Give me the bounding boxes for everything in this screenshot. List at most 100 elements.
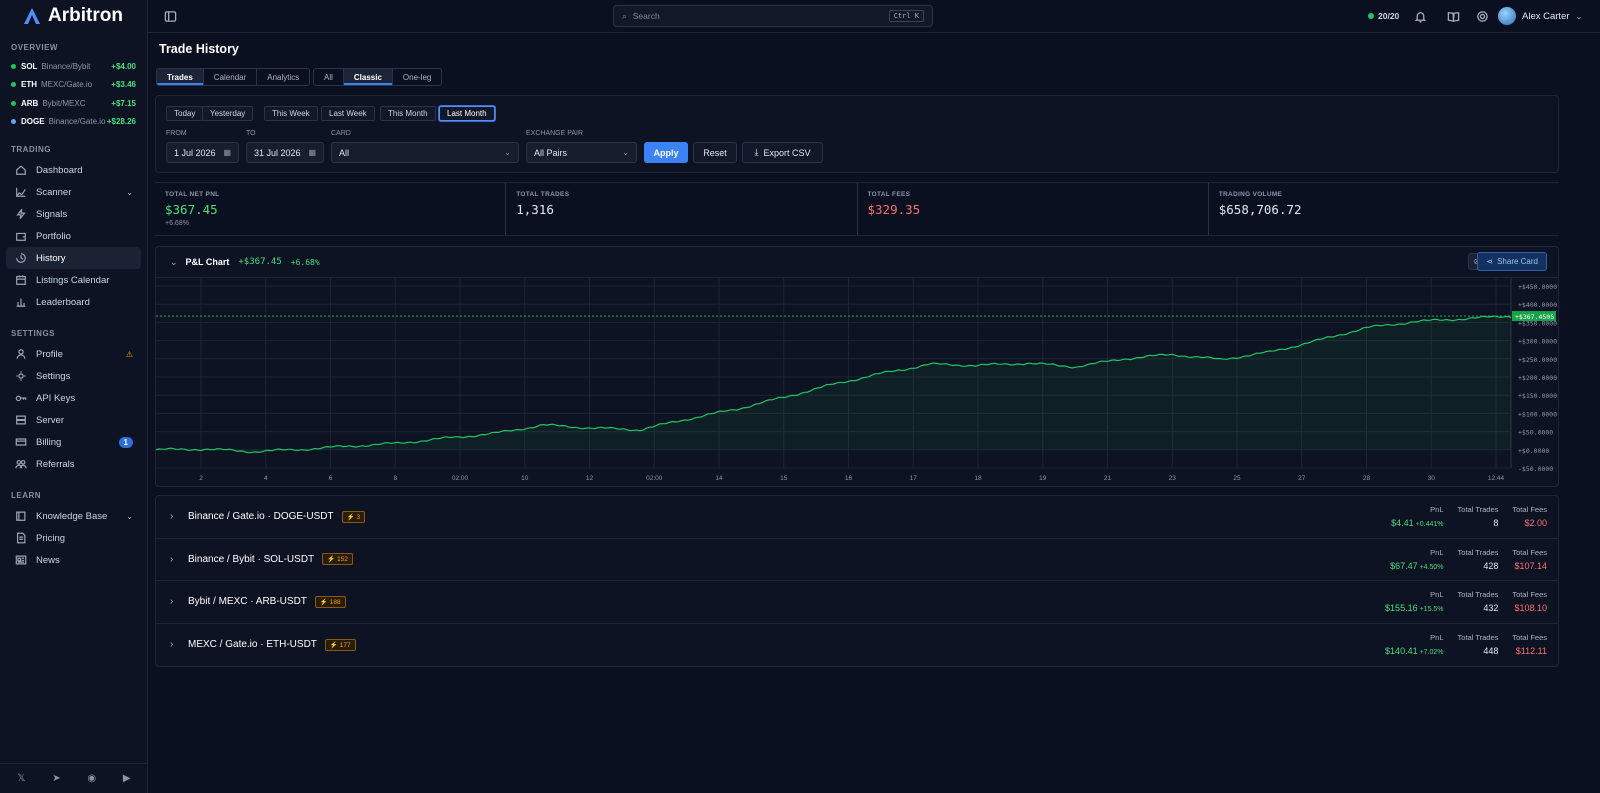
x-tick-label: 8 — [393, 475, 397, 482]
telegram-icon[interactable]: ➤ — [52, 773, 60, 784]
chevron-right-icon[interactable]: › — [170, 511, 182, 522]
overview-item[interactable]: ARB Bybit/MEXC +$7.15 — [11, 96, 136, 110]
pair-row[interactable]: › Binance / Bybit · SOL-USDT ⚡ 152 PnL $67.4… — [156, 539, 1558, 581]
apply-button[interactable]: Apply — [644, 142, 688, 163]
search-input[interactable]: ⌕ Search Ctrl K — [613, 5, 933, 27]
sidebar-item-label: Pricing — [36, 532, 66, 544]
fees-column: Total Fees $108.10 — [1512, 590, 1547, 613]
overview-pair: Binance/Bybit — [41, 61, 91, 71]
chevron-right-icon[interactable]: › — [170, 596, 182, 607]
fees-column: Total Fees $107.14 — [1512, 548, 1547, 571]
pair-row[interactable]: › Bybit / MEXC · ARB-USDT ⚡ 188 PnL $155.16 +… — [156, 581, 1558, 624]
sidebar-item-portfolio[interactable]: Portfolio — [6, 225, 141, 247]
pair-row[interactable]: › MEXC / Gate.io · ETH-USDT ⚡ 177 PnL $140.4… — [156, 624, 1558, 667]
overview-item[interactable]: ETH MEXC/Gate.io +$3.46 — [11, 78, 136, 92]
youtube-icon[interactable]: ▶ — [123, 773, 131, 784]
overview-item[interactable]: SOL Binance/Bybit +$4.00 — [11, 59, 136, 73]
overview-pnl: +$28.26 — [106, 117, 136, 126]
sidebar-item-listings-calendar[interactable]: Listings Calendar — [6, 269, 141, 291]
trade-count-badge: ⚡ 188 — [314, 595, 346, 608]
pnl-value: $4.41 +0.441% — [1391, 518, 1444, 529]
pair-row[interactable]: › Binance / Gate.io · DOGE-USDT ⚡ 3 PnL $4.4… — [156, 496, 1558, 539]
range-today-button[interactable]: Today — [166, 106, 204, 121]
sidebar-item-signals[interactable]: Signals — [6, 203, 141, 225]
x-tick-label: 28 — [1363, 475, 1371, 482]
chevron-right-icon[interactable]: › — [170, 639, 182, 650]
logo-icon — [24, 8, 40, 24]
tab-one-leg[interactable]: One-leg — [393, 69, 441, 85]
from-date-field[interactable]: 1 Jul 2026 ▦ — [166, 142, 239, 163]
user-menu[interactable]: Alex Carter ⌄ — [1498, 7, 1582, 25]
sidebar-item-referrals[interactable]: Referrals — [6, 453, 141, 475]
tab-trades[interactable]: Trades — [157, 69, 204, 85]
sidebar-item-server[interactable]: Server — [6, 409, 141, 431]
sidebar-item-scanner[interactable]: Scanner ⌄ — [6, 181, 141, 203]
server-icon — [16, 415, 26, 425]
sidebar-item-label: News — [36, 554, 60, 566]
share-card-button[interactable]: ⋖ Share Card — [1477, 252, 1547, 271]
pnl-line-chart[interactable]: +$450.0000+$400.0000+$350.0000+$300.0000… — [156, 278, 1559, 487]
sidebar-item-leaderboard[interactable]: Leaderboard — [6, 291, 141, 313]
y-tick-label: +$300.0000 — [1518, 338, 1557, 346]
docs-icon[interactable] — [1447, 10, 1460, 23]
export-csv-label: Export CSV — [763, 147, 811, 158]
card-icon — [15, 438, 27, 446]
download-icon: ⤓ — [754, 147, 759, 157]
x-icon[interactable]: 𝕏 — [17, 773, 25, 784]
stat-label: TOTAL TRADES — [516, 191, 570, 198]
x-tick-label: 15 — [780, 475, 788, 482]
fees-value: $2.00 — [1524, 518, 1547, 529]
tab-analytics[interactable]: Analytics — [257, 69, 309, 85]
chevron-down-icon[interactable]: ⌄ — [170, 257, 178, 268]
pnl-header: PnL — [1430, 547, 1444, 557]
x-tick-label: 21 — [1104, 475, 1112, 482]
sidebar-item-news[interactable]: News — [6, 549, 141, 571]
sidebar-toggle-icon[interactable] — [164, 10, 177, 23]
x-tick-label: 19 — [1039, 475, 1047, 482]
sidebar-item-settings[interactable]: Settings — [6, 365, 141, 387]
overview-item[interactable]: DOGE Binance/Gate.io +$28.26 — [11, 115, 136, 129]
reset-button[interactable]: Reset — [693, 142, 737, 163]
stat-label: TRADING VOLUME — [1218, 191, 1283, 198]
sidebar-item-profile[interactable]: Profile ⚠ — [6, 343, 141, 365]
y-tick-label: +$150.0000 — [1518, 392, 1557, 400]
y-tick-label: +$250.0000 — [1518, 356, 1557, 364]
bell-icon[interactable] — [1414, 10, 1427, 23]
view-tabs: Trades Calendar Analytics — [156, 68, 311, 86]
pnl-pct: +0.441% — [1415, 521, 1444, 529]
sidebar-item-pricing[interactable]: Pricing — [6, 527, 141, 549]
x-tick-label: 02:00 — [646, 475, 663, 482]
sidebar-item-knowledge-base[interactable]: Knowledge Base ⌄ — [6, 505, 141, 527]
range-yesterday-button[interactable]: Yesterday — [202, 106, 254, 121]
tab-calendar[interactable]: Calendar — [204, 69, 258, 85]
range-last-month-button[interactable]: Last Month — [439, 106, 495, 121]
stat-total-fees: TOTAL FEES $329.35 — [858, 183, 1209, 235]
to-label: TO — [246, 130, 256, 137]
sidebar-item-billing[interactable]: Billing 1 — [6, 431, 141, 453]
chevron-right-icon[interactable]: › — [170, 554, 182, 565]
pnl-pct: +4.50% — [1419, 563, 1444, 571]
app-logo[interactable]: Arbitron — [22, 5, 123, 27]
card-select[interactable]: All ⌄ — [331, 142, 519, 163]
to-date-field[interactable]: 31 Jul 2026 ▦ — [246, 142, 324, 163]
tab-all[interactable]: All — [314, 69, 344, 85]
calendar-icon — [16, 275, 26, 285]
export-csv-button[interactable]: ⤓ Export CSV — [742, 142, 823, 163]
range-this-week-button[interactable]: This Week — [264, 106, 318, 121]
range-last-week-button[interactable]: Last Week — [321, 106, 375, 121]
pnl-pct: +15.5% — [1419, 606, 1444, 614]
tab-classic[interactable]: Classic — [343, 69, 393, 85]
pnl-pct: +7.02% — [1419, 649, 1444, 657]
chart-header[interactable]: ⌄ P&L Chart +$367.45 +6.68% ⊘ ⋖ Share Ca… — [156, 247, 1558, 278]
range-this-month-button[interactable]: This Month — [380, 106, 436, 121]
overview-heading: OVERVIEW — [11, 43, 58, 52]
x-tick-label: 25 — [1233, 475, 1241, 482]
exchange-pair-select[interactable]: All Pairs ⌄ — [526, 142, 637, 163]
sidebar-item-dashboard[interactable]: Dashboard — [6, 159, 141, 181]
app-name: Arbitron — [48, 5, 123, 26]
sidebar-item-history[interactable]: History — [6, 247, 141, 269]
gear-icon[interactable] — [1476, 10, 1489, 23]
sidebar-item-api-keys[interactable]: API Keys — [6, 387, 141, 409]
from-label: FROM — [166, 130, 187, 137]
discord-icon[interactable]: ◉ — [87, 773, 96, 784]
